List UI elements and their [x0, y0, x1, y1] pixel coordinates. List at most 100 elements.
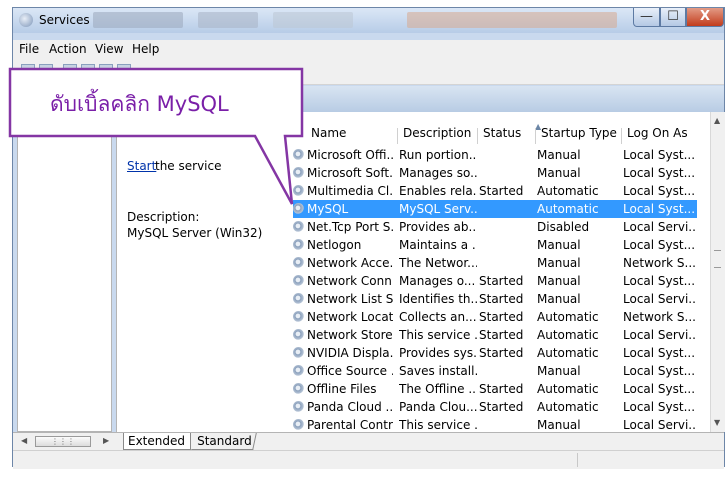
console-tree[interactable]	[17, 86, 112, 432]
status-bar-pane	[17, 453, 578, 467]
tab-standard[interactable]: Standard	[191, 433, 257, 450]
status-bar	[13, 450, 724, 469]
service-log-on-as: Local Syst...	[623, 346, 696, 360]
service-startup-type: Manual	[537, 148, 581, 162]
menu-action[interactable]: Action	[49, 42, 87, 56]
back-icon[interactable]	[21, 64, 35, 78]
service-name: Net.Tcp Port S...	[307, 220, 393, 234]
forward-icon[interactable]	[39, 64, 53, 78]
service-name: NVIDIA Displa...	[307, 346, 393, 360]
service-name-cell: Multimedia Cl...	[293, 184, 393, 198]
scroll-left-icon[interactable]: ◀	[21, 436, 27, 445]
service-row[interactable]: Network List S... Identifies th...Started…	[293, 290, 697, 308]
service-gear-icon	[293, 419, 304, 430]
service-log-on-as: Local Syst...	[623, 238, 696, 252]
service-startup-type: Automatic	[537, 310, 599, 324]
service-log-on-as: Local Syst...	[623, 274, 696, 288]
service-startup-type: Automatic	[537, 328, 599, 342]
service-gear-icon	[293, 203, 304, 214]
column-divider[interactable]	[535, 128, 536, 144]
menu-help[interactable]: Help	[132, 42, 159, 56]
service-name-cell: Network Locat...	[293, 310, 393, 324]
column-header-description[interactable]: Description	[403, 126, 471, 144]
service-row[interactable]: Offline Files The Offline ... Started Autom…	[293, 380, 697, 398]
menu-bar: File Action View Help	[13, 40, 724, 58]
refresh-icon[interactable]	[99, 64, 113, 78]
service-name: Panda Cloud ...	[307, 400, 393, 414]
service-description: Panda Clou...	[399, 400, 477, 414]
column-divider[interactable]	[397, 128, 398, 144]
service-log-on-as: Local Syst...	[623, 382, 696, 396]
service-row[interactable]: Multimedia Cl... Enables rela... Started Au…	[293, 182, 697, 200]
column-header-name[interactable]: Name	[311, 126, 346, 144]
vertical-scrollbar[interactable]: ▲ ▼	[710, 112, 725, 432]
service-row[interactable]: Network Acce... The Networ... Manual Networ…	[293, 254, 697, 272]
service-row[interactable]: Microsoft Offi... Run portion... Manual Loc…	[293, 146, 697, 164]
service-log-on-as: Local Syst...	[623, 202, 696, 216]
service-name-cell: Offline Files	[293, 382, 393, 396]
horizontal-scroll-thumb[interactable]: ⋮⋮⋮	[35, 436, 91, 447]
service-name-cell: Parental Contr...	[293, 418, 393, 432]
maximize-button[interactable]: ☐	[660, 8, 686, 27]
service-gear-icon	[293, 275, 304, 286]
column-header-startup-type[interactable]: Startup Type	[541, 126, 617, 144]
blurred-taskbar-area	[93, 12, 183, 28]
service-row[interactable]: Network Store... This service ...Started A…	[293, 326, 697, 344]
service-startup-type: Automatic	[537, 202, 599, 216]
service-name: MySQL	[307, 202, 349, 216]
service-row[interactable]: NVIDIA Displa... Provides sys... Started Au…	[293, 344, 697, 362]
service-startup-type: Manual	[537, 256, 581, 270]
description-label: Description:	[127, 210, 200, 224]
service-gear-icon	[293, 311, 304, 322]
service-status: Started	[479, 184, 524, 198]
service-row[interactable]: Network Locat... Collects an...Started Aut…	[293, 308, 697, 326]
service-startup-type: Manual	[537, 292, 581, 306]
service-row[interactable]: Net.Tcp Port S... Provides ab... Disabled L…	[293, 218, 697, 236]
column-header-log-on-as[interactable]: Log On As	[627, 126, 688, 144]
scroll-thumb[interactable]	[714, 250, 721, 268]
tab-extended[interactable]: Extended	[123, 433, 191, 450]
service-row[interactable]: MySQL MySQL Serv... Automatic Local Syst...	[293, 200, 697, 218]
service-name: Network Store...	[307, 328, 393, 342]
scroll-down-icon[interactable]: ▼	[714, 418, 720, 427]
service-name-cell: Network Conn...	[293, 274, 393, 288]
properties-icon[interactable]	[81, 64, 95, 78]
service-gear-icon	[293, 221, 304, 232]
column-divider[interactable]	[621, 128, 622, 144]
menu-view[interactable]: View	[95, 42, 123, 56]
service-description: Manages so...	[399, 166, 477, 180]
service-description: This service ...	[399, 328, 477, 342]
service-row[interactable]: Office Source ... Saves install... Manual L…	[293, 362, 697, 380]
scroll-right-icon[interactable]: ▶	[103, 436, 109, 445]
console-tree-icon[interactable]	[63, 64, 77, 78]
service-name: Network List S...	[307, 292, 393, 306]
service-log-on-as: Local Syst...	[623, 364, 696, 378]
service-row[interactable]: Netlogon Maintains a ... Manual Local Syst.…	[293, 236, 697, 254]
export-icon[interactable]	[117, 64, 131, 78]
service-startup-type: Automatic	[537, 346, 599, 360]
service-name-cell: NVIDIA Displa...	[293, 346, 393, 360]
service-gear-icon	[293, 239, 304, 250]
column-header-status[interactable]: Status	[483, 126, 521, 144]
service-row[interactable]: Network Conn... Manages o...Started Manual…	[293, 272, 697, 290]
service-log-on-as: Local Syst...	[623, 400, 696, 414]
service-status: Started	[479, 400, 524, 414]
service-row[interactable]: Panda Cloud ... Panda Clou... Started Autom…	[293, 398, 697, 416]
service-name: Network Acce...	[307, 256, 393, 270]
title-bar[interactable]: Services — ☐ X	[13, 8, 724, 33]
service-name-cell: Panda Cloud ...	[293, 400, 393, 414]
service-log-on-as: Local Syst...	[623, 166, 696, 180]
service-name: Multimedia Cl...	[307, 184, 393, 198]
services-window: Services — ☐ X File Action View Help Sta…	[12, 7, 725, 469]
service-name: Offline Files	[307, 382, 377, 396]
service-name-cell: Network List S...	[293, 292, 393, 306]
scroll-up-icon[interactable]: ▲	[714, 116, 720, 125]
minimize-button[interactable]: —	[633, 8, 660, 27]
menu-file[interactable]: File	[19, 42, 39, 56]
service-log-on-as: Local Servi...	[623, 418, 697, 432]
start-service-link[interactable]: Start	[127, 159, 156, 173]
service-description: Manages o...	[399, 274, 476, 288]
service-row[interactable]: Microsoft Soft... Manages so... Manual Loca…	[293, 164, 697, 182]
close-button[interactable]: X	[686, 8, 724, 27]
column-divider[interactable]	[477, 128, 478, 144]
